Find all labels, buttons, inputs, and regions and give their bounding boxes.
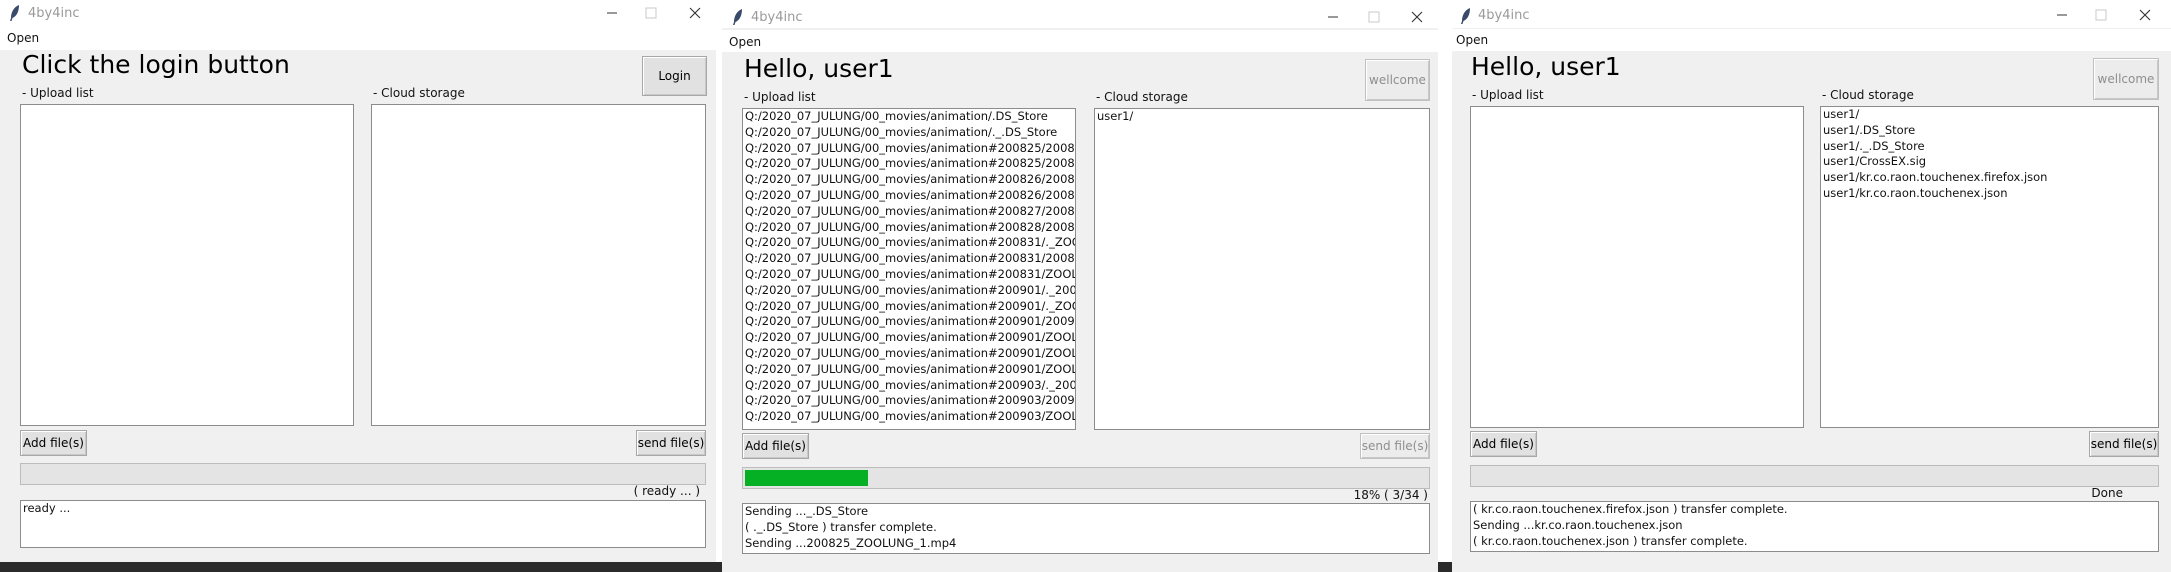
log-line: Sending ...200825_ZOOLUNG_1.mp4 (745, 535, 957, 550)
list-item[interactable]: Q:/2020_07_JULUNG/00_movies/animation#20… (743, 299, 1075, 315)
send-files-button[interactable]: send file(s) (636, 430, 706, 456)
upload-list-label: - Upload list (744, 90, 816, 104)
list-item[interactable]: user1/.DS_Store (1821, 123, 2158, 139)
page-title: Click the login button (22, 50, 290, 79)
log-output: ( kr.co.raon.touchenex.firefox.json ) tr… (1470, 501, 2159, 552)
list-item[interactable]: Q:/2020_07_JULUNG/00_movies/animation#20… (743, 235, 1075, 251)
upload-listbox[interactable]: Q:/2020_07_JULUNG/00_movies/animation/.D… (742, 108, 1076, 430)
add-files-button[interactable]: Add file(s) (742, 433, 809, 459)
cloud-storage-listbox[interactable] (371, 104, 706, 426)
add-files-button[interactable]: Add file(s) (20, 430, 87, 456)
feather-app-icon (10, 5, 19, 21)
list-item[interactable]: user1/._.DS_Store (1821, 139, 2158, 155)
send-files-button[interactable]: send file(s) (2089, 431, 2159, 457)
log-output: ready ... (20, 500, 706, 548)
cloud-storage-label: - Cloud storage (1822, 88, 1914, 102)
feather-app-icon (733, 9, 742, 25)
menu-bar: Open (1452, 29, 2171, 51)
list-item[interactable]: user1/ (1821, 107, 2158, 123)
progress-bar (742, 467, 1430, 489)
minimize-icon[interactable] (2047, 4, 2077, 26)
close-icon[interactable] (1402, 6, 1432, 28)
title-bar: 4by4inc (1452, 0, 2171, 28)
list-item[interactable]: Q:/2020_07_JULUNG/00_movies/animation#20… (743, 267, 1075, 283)
upload-listbox[interactable] (20, 104, 354, 426)
list-item[interactable]: Q:/2020_07_JULUNG/00_movies/animation#20… (743, 346, 1075, 362)
window-title: 4by4inc (1478, 8, 1530, 23)
menu-bar: Open (722, 30, 1438, 52)
send-files-button[interactable]: send file(s) (1360, 433, 1430, 459)
list-item[interactable]: user1/ (1095, 109, 1429, 125)
close-icon[interactable] (2130, 4, 2160, 26)
list-item[interactable]: Q:/2020_07_JULUNG/00_movies/animation/.D… (743, 109, 1075, 125)
list-item[interactable]: Q:/2020_07_JULUNG/00_movies/animation#20… (743, 172, 1075, 188)
list-item[interactable]: Q:/2020_07_JULUNG/00_movies/animation#20… (743, 378, 1075, 394)
app-window-done: 4by4inc Open Hello, user1 wellcome - Upl… (1452, 0, 2171, 572)
list-item[interactable]: Q:/2020_07_JULUNG/00_movies/animation#20… (743, 204, 1075, 220)
wellcome-button[interactable]: wellcome (2093, 58, 2159, 100)
list-item[interactable]: Q:/2020_07_JULUNG/00_movies/animation#20… (743, 283, 1075, 299)
window-title: 4by4inc (751, 10, 803, 25)
upload-listbox[interactable] (1470, 106, 1804, 428)
maximize-icon[interactable] (1359, 6, 1389, 28)
close-icon[interactable] (680, 2, 710, 24)
log-line: ( kr.co.raon.touchenex.firefox.json ) tr… (1473, 502, 1788, 516)
cloud-storage-label: - Cloud storage (1096, 90, 1188, 104)
login-button[interactable]: Login (642, 56, 707, 96)
feather-app-icon (1461, 8, 1470, 24)
cloud-storage-label: - Cloud storage (373, 86, 465, 100)
app-window-uploading: 4by4inc Open Hello, user1 wellcome - Upl… (722, 0, 1438, 572)
status-text: Done (2091, 486, 2123, 500)
log-line: Sending ...kr.co.raon.touchenex.json (1473, 517, 1683, 532)
log-line: ready ... (23, 501, 71, 515)
title-bar: 4by4inc (722, 0, 1438, 28)
menu-open[interactable]: Open (7, 31, 39, 45)
list-item[interactable]: user1/CrossEX.sig (1821, 154, 2158, 170)
list-item[interactable]: Q:/2020_07_JULUNG/00_movies/animation#20… (743, 141, 1075, 157)
log-line: Sending ..._.DS_Store (745, 504, 869, 518)
app-window-login: 4by4inc Open Click the login button Logi… (0, 0, 716, 572)
cloud-storage-listbox[interactable]: user1/ (1094, 108, 1430, 430)
list-item[interactable]: Q:/2020_07_JULUNG/00_movies/animation#20… (743, 188, 1075, 204)
wellcome-button[interactable]: wellcome (1365, 59, 1430, 101)
minimize-icon[interactable] (1318, 6, 1348, 28)
cloud-storage-listbox[interactable]: user1/ user1/.DS_Store user1/._.DS_Store… (1820, 106, 2159, 428)
progress-bar (20, 463, 706, 485)
status-text: ( ready ... ) (633, 484, 700, 498)
list-item[interactable]: user1/kr.co.raon.touchenex.json (1821, 186, 2158, 202)
list-item[interactable]: Q:/2020_07_JULUNG/00_movies/animation/._… (743, 125, 1075, 141)
maximize-icon[interactable] (2086, 4, 2116, 26)
list-item[interactable]: user1/kr.co.raon.touchenex.firefox.json (1821, 170, 2158, 186)
maximize-icon[interactable] (636, 2, 666, 24)
menu-open[interactable]: Open (729, 35, 761, 49)
title-bar: 4by4inc (0, 0, 716, 28)
list-item[interactable]: Q:/2020_07_JULUNG/00_movies/animation#20… (743, 330, 1075, 346)
progress-bar (1470, 465, 2159, 487)
menu-open[interactable]: Open (1456, 33, 1488, 47)
minimize-icon[interactable] (597, 2, 627, 24)
list-item[interactable]: Q:/2020_07_JULUNG/00_movies/animation#20… (743, 314, 1075, 330)
page-title: Hello, user1 (1471, 52, 1621, 81)
page-title: Hello, user1 (744, 54, 894, 83)
menu-bar: Open (0, 28, 716, 50)
window-title: 4by4inc (28, 6, 80, 21)
add-files-button[interactable]: Add file(s) (1470, 431, 1537, 457)
log-output: Sending ..._.DS_Store ( ._.DS_Store ) tr… (742, 503, 1430, 554)
log-line: ( kr.co.raon.touchenex.json ) transfer c… (1473, 533, 1748, 548)
status-text: 18% ( 3/34 ) (1353, 488, 1428, 502)
progress-fill (745, 470, 868, 486)
list-item[interactable]: Q:/2020_07_JULUNG/00_movies/animation#20… (743, 393, 1075, 409)
upload-list-label: - Upload list (22, 86, 94, 100)
list-item[interactable]: Q:/2020_07_JULUNG/00_movies/animation#20… (743, 362, 1075, 378)
list-item[interactable]: Q:/2020_07_JULUNG/00_movies/animation#20… (743, 409, 1075, 425)
log-line: ( ._.DS_Store ) transfer complete. (745, 519, 937, 534)
upload-list-label: - Upload list (1472, 88, 1544, 102)
list-item[interactable]: Q:/2020_07_JULUNG/00_movies/animation#20… (743, 156, 1075, 172)
list-item[interactable]: Q:/2020_07_JULUNG/00_movies/animation#20… (743, 220, 1075, 236)
list-item[interactable]: Q:/2020_07_JULUNG/00_movies/animation#20… (743, 251, 1075, 267)
